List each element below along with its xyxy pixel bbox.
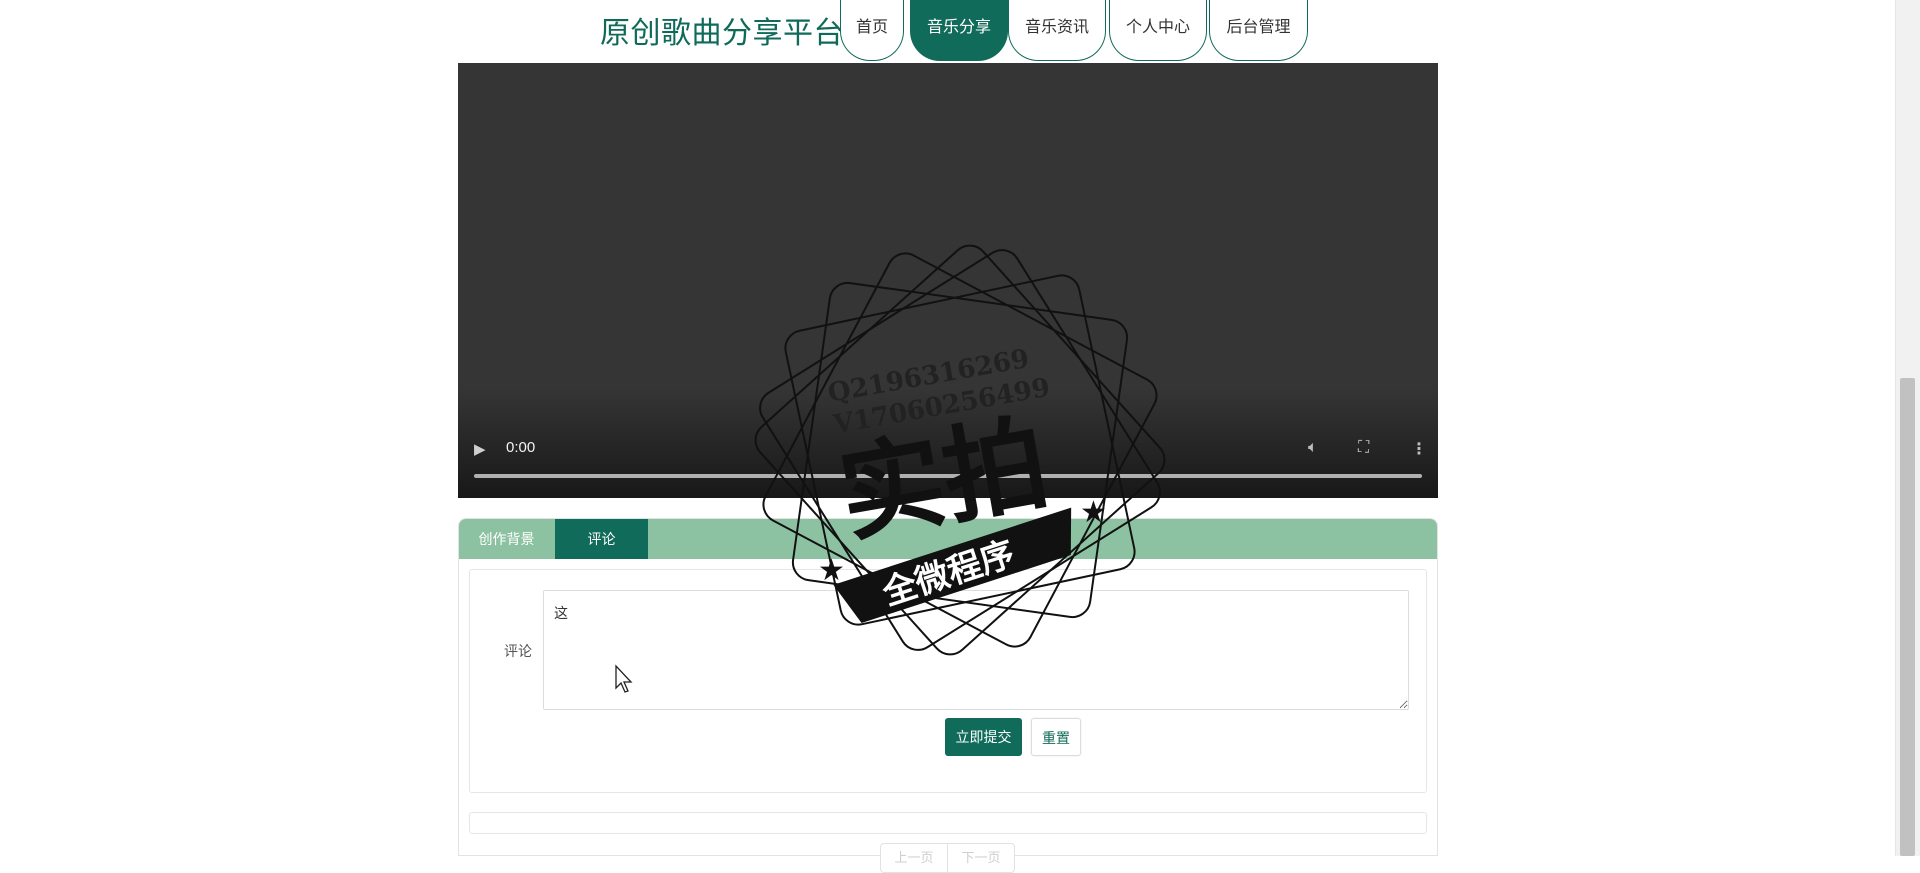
video-player[interactable]: ▶ 0:00 🔈︎ ⛶ ⋮	[458, 63, 1438, 498]
video-progress-bar[interactable]	[474, 474, 1422, 478]
fullscreen-icon[interactable]: ⛶	[1358, 439, 1369, 457]
prev-page-button[interactable]: 上一页	[880, 843, 948, 873]
volume-icon[interactable]: 🔈︎	[1308, 439, 1318, 457]
tabs-bar: 创作背景 评论	[459, 519, 1437, 559]
comment-form: 评论 这 立即提交 重置	[469, 569, 1427, 793]
next-page-button[interactable]: 下一页	[947, 843, 1015, 873]
comment-textarea[interactable]: 这	[543, 590, 1409, 710]
nav-tab-music-share[interactable]: 音乐分享	[910, 0, 1008, 61]
video-controls-shade	[458, 388, 1438, 498]
comment-list	[469, 812, 1427, 834]
tab-comments[interactable]: 评论	[555, 519, 648, 559]
scrollbar-thumb[interactable]	[1900, 378, 1915, 856]
nav-tab-personal-center[interactable]: 个人中心	[1109, 0, 1207, 61]
nav-tab-admin[interactable]: 后台管理	[1209, 0, 1308, 61]
play-icon[interactable]: ▶	[474, 440, 486, 458]
nav-tab-music-news[interactable]: 音乐资讯	[1008, 0, 1106, 61]
page-scrollbar[interactable]	[1895, 0, 1920, 856]
submit-button[interactable]: 立即提交	[945, 718, 1022, 756]
site-title: 原创歌曲分享平台	[600, 17, 844, 50]
video-current-time: 0:00	[506, 439, 536, 456]
mouse-cursor-icon	[615, 664, 633, 693]
nav-tab-home[interactable]: 首页	[840, 0, 904, 61]
comment-label: 评论	[504, 643, 532, 659]
tab-creation-background[interactable]: 创作背景	[459, 519, 554, 559]
reset-button[interactable]: 重置	[1031, 718, 1081, 756]
more-vertical-icon[interactable]: ⋮	[1411, 439, 1427, 459]
detail-tabs-panel: 创作背景 评论 评论 这 立即提交 重置 上一页 下一页	[458, 518, 1438, 873]
site-header: 原创歌曲分享平台 首页 音乐分享 音乐资讯 个人中心 后台管理	[0, 0, 1895, 63]
